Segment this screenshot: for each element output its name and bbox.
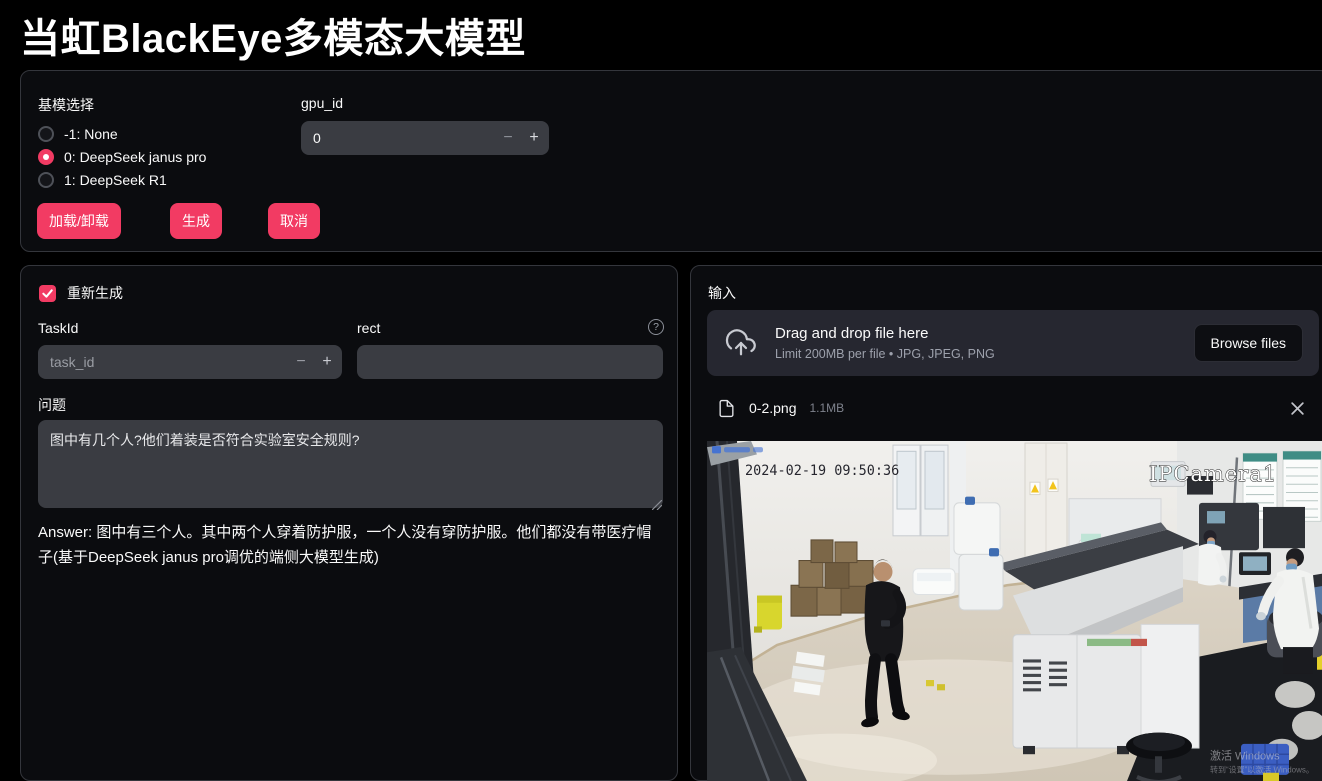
browse-files-button[interactable]: Browse files (1194, 324, 1303, 362)
rect-label: rect (357, 320, 380, 336)
task-id-label: TaskId (38, 320, 78, 336)
white-basket (913, 569, 955, 595)
radio-option-janus-pro[interactable]: 0: DeepSeek janus pro (38, 146, 206, 168)
input-label: 输入 (708, 283, 736, 303)
check-icon (41, 287, 54, 300)
base-model-label: 基模选择 (38, 95, 94, 115)
gpu-id-stepper: − + (301, 121, 549, 155)
gpu-id-label: gpu_id (301, 95, 343, 111)
close-icon (1290, 401, 1305, 416)
task-id-increment-button[interactable]: + (314, 345, 340, 379)
camera-label-overlay: IPCamera1 (1149, 462, 1277, 487)
file-dropzone[interactable]: Drag and drop file here Limit 200MB per … (707, 310, 1319, 376)
file-size: 1.1MB (809, 401, 844, 415)
dropzone-title: Drag and drop file here (775, 325, 995, 342)
uploaded-file-row: 0-2.png 1.1MB (707, 390, 1319, 426)
page-title: 当虹BlackEye多模态大模型 (20, 6, 526, 64)
rect-input[interactable] (357, 345, 663, 379)
radio-selected-icon (38, 149, 54, 165)
file-name: 0-2.png (749, 400, 796, 416)
regenerate-checkbox[interactable]: 重新生成 (39, 283, 123, 303)
input-panel: 输入 Drag and drop file here Limit 200MB p… (690, 265, 1322, 781)
help-icon[interactable]: ? (648, 319, 664, 335)
radio-option-none[interactable]: -1: None (38, 123, 118, 145)
question-textarea[interactable]: 图中有几个人?他们着装是否符合实验室安全规则? (38, 420, 663, 508)
dropzone-limit: Limit 200MB per file • JPG, JPEG, PNG (775, 347, 995, 361)
file-icon (717, 397, 736, 420)
answer-text: Answer: 图中有三个人。其中两个人穿着防护服，一个人没有穿防护服。他们都没… (38, 521, 662, 571)
task-id-decrement-button[interactable]: − (288, 345, 314, 379)
gpu-id-increment-button[interactable]: + (521, 121, 547, 155)
upload-cloud-icon (723, 328, 759, 358)
lab-photo: 2024-02-19 09:50:36 IPCamera1 激活 Windows… (707, 441, 1322, 781)
remove-file-button[interactable] (1286, 397, 1309, 420)
windows-watermark-line2: 转到“设置”以激活 Windows。 (1210, 765, 1314, 775)
generate-button[interactable]: 生成 (170, 203, 222, 239)
model-panel: 基模选择 -1: None 0: DeepSeek janus pro 1: D… (20, 70, 1322, 252)
yellow-bin (754, 596, 782, 633)
question-label: 问题 (38, 395, 66, 415)
cancel-button[interactable]: 取消 (268, 203, 320, 239)
radio-icon (38, 172, 54, 188)
camera-vendor-logo (712, 446, 763, 453)
gpu-id-decrement-button[interactable]: − (495, 121, 521, 155)
radio-option-r1[interactable]: 1: DeepSeek R1 (38, 169, 167, 191)
timestamp-overlay: 2024-02-19 09:50:36 (745, 463, 899, 479)
radio-icon (38, 126, 54, 142)
windows-watermark-line1: 激活 Windows (1210, 748, 1280, 762)
load-unload-button[interactable]: 加载/卸载 (37, 203, 121, 239)
image-preview: 2024-02-19 09:50:36 IPCamera1 激活 Windows… (707, 441, 1322, 781)
checkbox-checked-icon (39, 285, 56, 302)
carboy-tanks (954, 497, 1003, 610)
task-id-stepper: − + (38, 345, 342, 379)
task-panel: 重新生成 TaskId rect ? − + 问题 图中有几个人?他们着装是否符… (20, 265, 678, 781)
